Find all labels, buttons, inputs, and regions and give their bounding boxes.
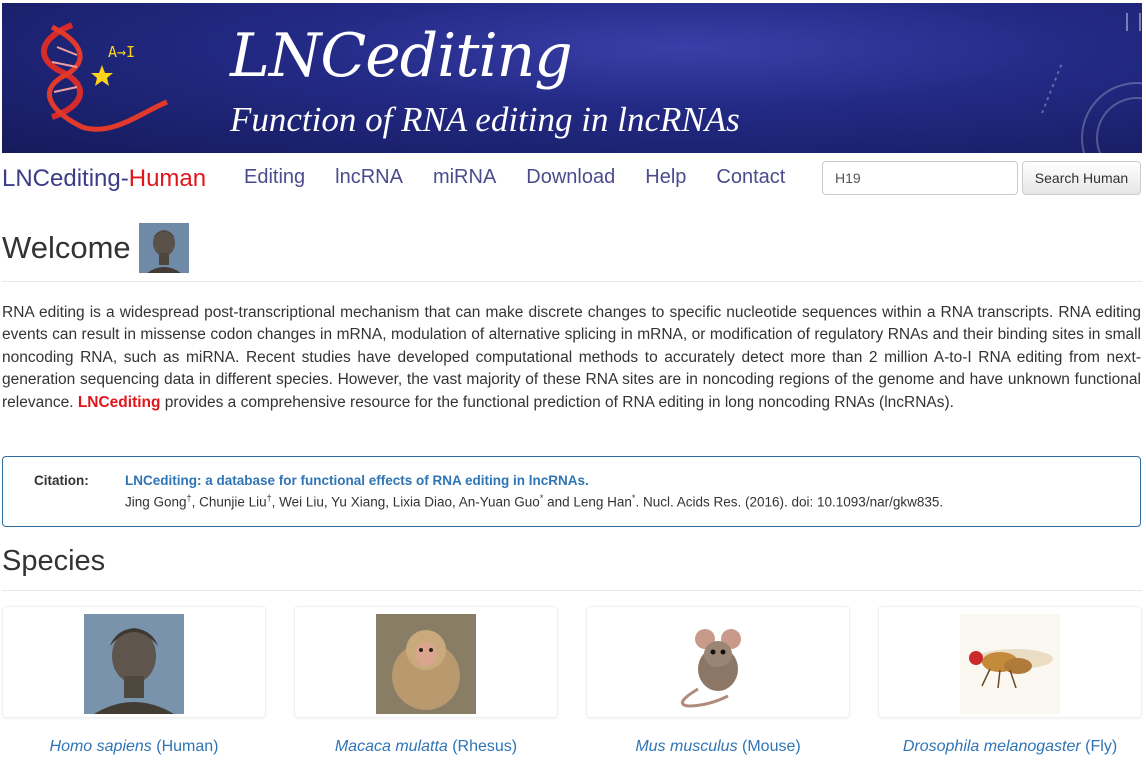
nav-item-mirna[interactable]: miRNA [433,166,496,189]
nav-item-lncrna[interactable]: lncRNA [335,166,403,189]
mouse-image [668,614,768,714]
nav-item-contact[interactable]: Contact [716,166,785,189]
decorative-circles-icon [1041,13,1142,153]
main-navbar: LNCediting-Human Editing lncRNA miRNA Do… [0,153,1146,205]
citation-title-link[interactable]: LNCediting: a database for functional ef… [125,473,589,488]
nav-item-download[interactable]: Download [526,166,615,189]
species-card-fly[interactable] [878,606,1142,718]
banner-title: LNCediting [230,21,573,91]
species-link-mouse[interactable]: Mus musculus (Mouse) [586,738,850,756]
nav-item-help[interactable]: Help [645,166,686,189]
logo-a-to-i-label: A→I [108,43,136,61]
fruit-fly-image [960,614,1060,714]
human-statue-image [84,614,184,714]
brand-link[interactable]: LNCediting-Human [2,165,206,193]
banner-subtitle: Function of RNA editing in lncRNAs [230,100,740,139]
brand-main-text: LNCediting- [2,165,129,192]
species-card-human[interactable] [2,606,266,718]
species-link-rhesus[interactable]: Macaca mulatta (Rhesus) [294,738,558,756]
rhesus-monkey-image [376,614,476,714]
site-banner: A→I LNCediting Function of RNA editing i… [2,3,1142,153]
species-heading: Species [2,545,106,577]
divider [2,590,1142,591]
search-button[interactable]: Search Human [1022,161,1141,195]
species-link-human[interactable]: Homo sapiens (Human) [2,738,266,756]
intro-paragraph: RNA editing is a widespread post-transcr… [2,302,1141,414]
rna-helix-logo-icon [40,22,168,132]
welcome-section: Welcome [2,222,1142,274]
citation-authors: Jing Gong†, Chunjie Liu†, Wei Liu, Yu Xi… [125,493,944,510]
species-link-fly[interactable]: Drosophila melanogaster (Fly) [878,738,1142,756]
intro-text-after: provides a comprehensive resource for th… [160,393,954,411]
brand-species-text: Human [128,165,207,192]
search-input[interactable] [822,161,1018,195]
intro-highlight: LNCediting [77,393,161,411]
nav-item-editing[interactable]: Editing [244,166,305,189]
welcome-heading-text: Welcome [2,230,131,265]
welcome-heading: Welcome [2,222,1142,274]
species-card-rhesus[interactable] [294,606,558,718]
nav-menu: Editing lncRNA miRNA Download Help Conta… [244,166,815,189]
human-statue-avatar-icon [138,223,189,273]
citation-label: Citation: [34,473,89,488]
divider [2,281,1142,282]
species-card-mouse[interactable] [586,606,850,718]
citation-box: Citation: LNCediting: a database for fun… [2,456,1141,527]
